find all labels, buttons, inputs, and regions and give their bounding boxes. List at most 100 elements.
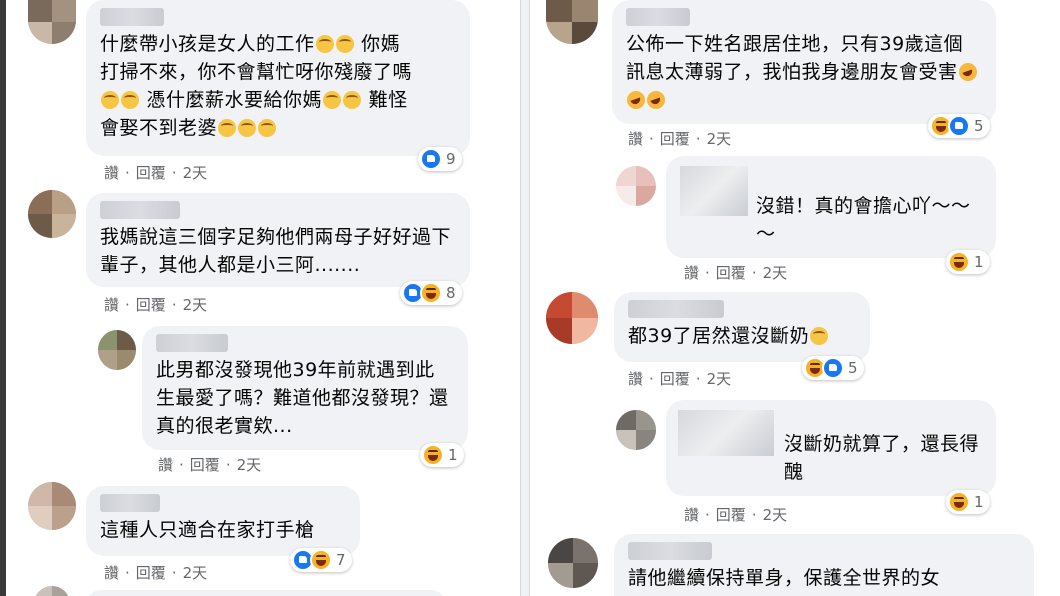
like-link[interactable]: 讚 <box>628 370 643 388</box>
sticker-image <box>678 410 774 456</box>
reaction-count: 9 <box>446 150 456 168</box>
avatar[interactable] <box>616 166 656 206</box>
reaction-summary[interactable]: 1 <box>946 250 990 274</box>
reaction-summary[interactable]: 5 <box>802 356 864 380</box>
avatar[interactable] <box>34 586 70 596</box>
reaction-summary[interactable]: 1 <box>946 490 990 514</box>
haha-reaction-icon <box>420 282 442 304</box>
like-link[interactable]: 讚 <box>158 456 173 474</box>
like-link[interactable]: 讚 <box>104 296 119 314</box>
reply-link[interactable]: 回覆 <box>136 564 166 582</box>
reaction-summary[interactable]: 8 <box>400 281 462 305</box>
commenter-name[interactable] <box>100 8 164 26</box>
like-reaction-icon <box>948 115 970 137</box>
avatar[interactable] <box>98 330 136 370</box>
like-reaction-icon <box>822 357 844 379</box>
reaction-count: 5 <box>848 359 858 377</box>
comments-panel-right: 公佈一下姓名跟居住地，只有39歲這個訊息太薄弱了，我怕我身邊朋友會受害 5 讚 ·… <box>530 0 1060 596</box>
timestamp[interactable]: 2天 <box>707 370 732 388</box>
rolling-eyes-emoji <box>121 91 139 109</box>
reply-link[interactable]: 回覆 <box>660 130 690 148</box>
commenter-name[interactable] <box>100 494 160 512</box>
rolling-eyes-emoji <box>335 35 354 53</box>
rolling-eyes-emoji <box>323 91 342 109</box>
avatar[interactable] <box>28 190 76 238</box>
commenter-name[interactable] <box>628 542 712 560</box>
reaction-summary[interactable]: 1 <box>420 443 464 467</box>
comment-actions: 讚 · 回覆 · 2天 <box>104 296 208 314</box>
reply-link[interactable]: 回覆 <box>716 506 746 524</box>
commenter-name[interactable] <box>626 8 690 26</box>
rolling-eyes-emoji <box>218 119 237 137</box>
rofl-emoji <box>627 91 645 109</box>
reply-link[interactable]: 回覆 <box>660 370 690 388</box>
reaction-count: 8 <box>446 284 456 302</box>
like-link[interactable]: 讚 <box>104 564 119 582</box>
like-link[interactable]: 讚 <box>628 130 643 148</box>
comment-actions: 讚 · 回覆 · 2天 <box>628 370 732 388</box>
haha-reaction-icon <box>948 491 970 513</box>
timestamp[interactable]: 2天 <box>183 164 208 182</box>
timestamp[interactable]: 2天 <box>707 130 732 148</box>
haha-reaction-icon <box>948 251 970 273</box>
reply-bubble: 沒錯！真的會擔心吖～～～ <box>666 156 996 258</box>
avatar[interactable] <box>546 0 598 44</box>
commenter-name[interactable] <box>156 334 228 352</box>
avatar[interactable] <box>546 292 598 344</box>
rofl-emoji <box>958 63 977 81</box>
comment-text: 沒錯！真的會擔心吖～～～ <box>756 195 971 245</box>
comment-bubble: 這種人只適合在家打手槍 <box>86 486 360 556</box>
comment-actions: 讚 · 回覆 · 2天 <box>158 456 262 474</box>
reaction-summary[interactable]: 7 <box>290 548 352 572</box>
timestamp[interactable]: 2天 <box>183 564 208 582</box>
reaction-count: 1 <box>448 446 458 464</box>
reply-link[interactable]: 回覆 <box>136 164 166 182</box>
comment-text: 什麼帶小孩是女人的工作 你媽 打掃不來，你不會幫忙呀你殘廢了嗎 憑什麼薪水要給你… <box>100 33 413 139</box>
rolling-eyes-emoji <box>315 35 334 53</box>
like-reaction-icon <box>420 148 442 170</box>
comment-actions: 讚 · 回覆 · 2天 <box>628 130 732 148</box>
timestamp[interactable]: 2天 <box>763 264 788 282</box>
rolling-eyes-emoji <box>238 119 257 137</box>
comment-bubble: 我媽說這三個字足夠他們兩母子好好過下輩子，其他人都是小三阿....... <box>86 193 470 287</box>
avatar[interactable] <box>548 538 598 588</box>
rolling-eyes-emoji <box>810 327 829 345</box>
comment-bubble: 什麼帶小孩是女人的工作 你媽 打掃不來，你不會幫忙呀你殘廢了嗎 憑什麼薪水要給你… <box>86 0 470 156</box>
comment-actions: 讚 · 回覆 · 2天 <box>684 506 788 524</box>
like-link[interactable]: 讚 <box>104 164 119 182</box>
reaction-count: 1 <box>974 493 984 511</box>
comment-text: 這種人只適合在家打手槍 <box>100 519 315 541</box>
reply-link[interactable]: 回覆 <box>190 456 220 474</box>
comment-text: 公佈一下姓名跟居住地，只有39歲這個訊息太薄弱了，我怕我身邊朋友會受害 <box>626 30 982 114</box>
reaction-summary[interactable]: 5 <box>928 114 990 138</box>
commenter-name[interactable] <box>100 201 180 219</box>
haha-reaction-icon <box>310 549 332 571</box>
comment-bubble: 都39了居然還沒斷奶 <box>614 292 870 362</box>
avatar[interactable] <box>28 0 76 44</box>
screenshot-divider <box>520 0 530 596</box>
reaction-count: 5 <box>974 117 984 135</box>
timestamp[interactable]: 2天 <box>763 506 788 524</box>
reply-link[interactable]: 回覆 <box>136 296 166 314</box>
rolling-eyes-emoji <box>343 91 362 109</box>
avatar[interactable] <box>28 482 76 530</box>
avatar[interactable] <box>616 410 656 450</box>
reply-link[interactable]: 回覆 <box>716 264 746 282</box>
comment-bubble <box>86 590 446 596</box>
sticker-image <box>680 166 748 216</box>
comment-text: 請他繼續保持單身，保護全世界的女 <box>628 567 941 589</box>
reaction-summary[interactable]: 9 <box>418 147 462 171</box>
commenter-name[interactable] <box>628 300 724 318</box>
comment-bubble: 請他繼續保持單身，保護全世界的女 <box>614 534 1034 596</box>
rofl-emoji <box>647 91 665 109</box>
reply-bubble: 沒斷奶就算了，還長得醜 <box>666 400 996 496</box>
reply-bubble: 此男都沒發現他39年前就遇到此生最愛了嗎？難道他都沒發現？還真的很老實欸... <box>142 326 468 450</box>
like-link[interactable]: 讚 <box>684 506 699 524</box>
comment-text: 此男都沒發現他39年前就遇到此生最愛了嗎？難道他都沒發現？還真的很老實欸... <box>156 359 449 437</box>
timestamp[interactable]: 2天 <box>237 456 262 474</box>
like-link[interactable]: 讚 <box>684 264 699 282</box>
timestamp[interactable]: 2天 <box>183 296 208 314</box>
comments-panel-left: 什麼帶小孩是女人的工作 你媽 打掃不來，你不會幫忙呀你殘廢了嗎 憑什麼薪水要給你… <box>0 0 520 596</box>
reaction-count: 1 <box>974 253 984 271</box>
comment-bubble: 公佈一下姓名跟居住地，只有39歲這個訊息太薄弱了，我怕我身邊朋友會受害 <box>612 0 996 124</box>
